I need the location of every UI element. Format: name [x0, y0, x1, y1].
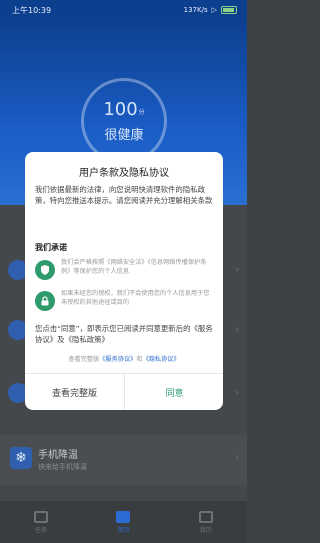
cool-title: 手机降温 — [38, 450, 78, 461]
status-bar: 上午10:39 137K/s ▷ — [0, 0, 247, 20]
nav-label: 首页 — [117, 526, 130, 534]
promise-text: 我们会严格按照《网络安全法》《信息网络传播保护条例》等保护您的个人信息 — [61, 259, 207, 275]
nav-label: 我的 — [199, 526, 212, 534]
chevron-right-icon: › — [235, 388, 239, 398]
links-prefix: 查看完整版 — [68, 356, 100, 363]
dialog-title: 用户条款及隐私协议 — [79, 168, 169, 179]
score-value: 100 — [103, 99, 138, 120]
agreement-note: 您点击“同意”，即表示您已阅读并同意更新后的《服务协议》及《隐私政策》 — [35, 324, 213, 344]
privacy-dialog: 用户条款及隐私协议 我们依据最新的法律，向您说明快清理软件的隐私政策，特向您推送… — [25, 152, 223, 410]
chevron-right-icon: › — [235, 325, 239, 335]
profile-icon — [198, 510, 213, 523]
privacy-agreement-link[interactable]: 《隐私协议》 — [143, 356, 180, 363]
nav-tasks[interactable]: 任务 — [0, 501, 82, 543]
view-full-button[interactable]: 查看完整版 — [25, 374, 124, 410]
status-icons: 137K/s ▷ — [184, 6, 237, 14]
snowflake-icon: ❄ — [10, 447, 32, 469]
agree-button[interactable]: 同意 — [125, 374, 223, 410]
status-time: 上午10:39 — [12, 5, 52, 15]
phone-cooling-row[interactable]: ❄ 手机降温 快来给手机降温 › — [0, 435, 247, 485]
battery-icon — [221, 6, 237, 14]
calendar-icon — [34, 510, 49, 523]
network-speed: 137K/s — [183, 6, 208, 14]
promise-item: 如果未经您的授权，我们不会使用您的个人信息用于您未授权的其他途径或目的 — [35, 289, 217, 315]
dialog-intro: 我们依据最新的法律，向您说明快清理软件的隐私政策，特向您推送本提示。请您阅读并充… — [35, 185, 213, 205]
agreement-links: 查看完整版《服务协议》和《隐私协议》 — [25, 354, 223, 363]
promise-text: 如果未经您的授权，我们不会使用您的个人信息用于您未授权的其他途径或目的 — [61, 290, 210, 306]
score-unit: 分 — [138, 109, 145, 116]
cool-subtitle: 快来给手机降温 — [38, 463, 87, 471]
wifi-icon: ▷ — [211, 6, 217, 14]
broom-icon — [116, 510, 131, 523]
promise-heading: 我们承诺 — [35, 243, 67, 252]
service-agreement-link[interactable]: 《服务协议》 — [99, 356, 136, 363]
chevron-right-icon: › — [235, 265, 239, 275]
chevron-right-icon: › — [235, 453, 239, 463]
promise-item: 我们会严格按照《网络安全法》《信息网络传播保护条例》等保护您的个人信息 — [35, 258, 217, 284]
nav-label: 任务 — [35, 526, 48, 534]
nav-home[interactable]: 首页 — [82, 501, 164, 543]
score-status: 很健康 — [104, 128, 144, 143]
lock-icon — [35, 291, 55, 311]
bottom-nav: 任务 首页 我的 — [0, 501, 247, 543]
nav-profile[interactable]: 我的 — [165, 501, 247, 543]
shield-icon — [35, 260, 55, 280]
